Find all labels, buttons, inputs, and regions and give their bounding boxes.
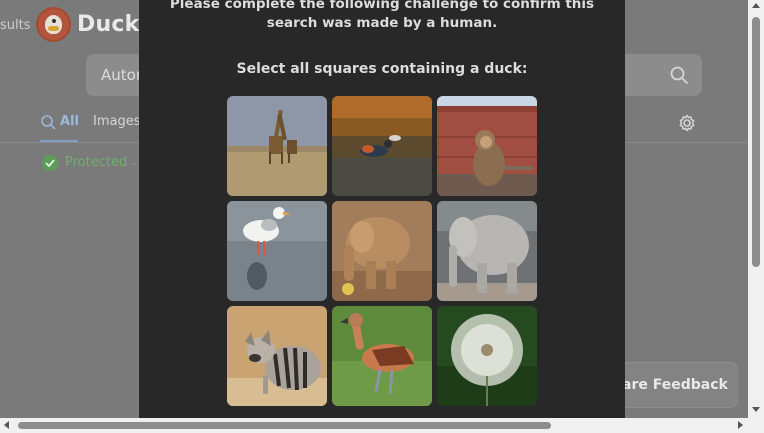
vertical-scroll-thumb[interactable]	[752, 17, 760, 267]
tile-giraffes[interactable]	[227, 96, 327, 196]
tile-dandelion[interactable]	[437, 306, 537, 406]
challenge-instruction: Select all squares containing a duck:	[236, 61, 528, 77]
tile-baby-elephant[interactable]	[332, 201, 432, 301]
search-icon	[41, 115, 56, 130]
horizontal-scrollbar[interactable]	[0, 418, 748, 433]
tab-all-label: All	[60, 114, 79, 129]
challenge-text-line1: Please complete the following challenge …	[169, 0, 595, 12]
seagull-image-icon	[227, 201, 327, 301]
tile-seagull[interactable]	[227, 201, 327, 301]
tab-images[interactable]: Images	[93, 114, 141, 129]
scroll-down-icon[interactable]	[752, 407, 760, 412]
scrollbar-corner	[748, 418, 764, 433]
baby-elephant-image-icon	[332, 201, 432, 301]
search-icon[interactable]	[669, 65, 689, 85]
search-input[interactable]: Autor	[101, 66, 142, 84]
duckduckgo-logo-icon[interactable]	[38, 9, 69, 40]
tile-monkey[interactable]	[437, 96, 537, 196]
tab-all[interactable]: All	[40, 112, 79, 142]
tile-elephant[interactable]	[437, 201, 537, 301]
results-link[interactable]: sults	[0, 18, 31, 33]
duck-in-water-image-icon	[332, 96, 432, 196]
vertical-scrollbar[interactable]	[748, 0, 764, 418]
captcha-modal: Please complete the following challenge …	[139, 0, 625, 418]
monkey-image-icon	[437, 96, 537, 196]
tile-duck-in-water[interactable]	[332, 96, 432, 196]
elephant-image-icon	[437, 201, 537, 301]
share-feedback-label: are Feedback	[622, 377, 728, 393]
tile-whistling-duck[interactable]	[332, 306, 432, 406]
giraffes-image-icon	[227, 96, 327, 196]
scroll-up-icon[interactable]	[752, 3, 760, 8]
horizontal-scroll-thumb[interactable]	[18, 422, 551, 429]
dandelion-image-icon	[437, 306, 537, 406]
scroll-right-icon[interactable]	[738, 421, 743, 429]
scroll-left-icon[interactable]	[4, 421, 9, 429]
chevron-down-icon: ⌄	[130, 157, 139, 168]
challenge-text-line2: search was made by a human.	[266, 15, 498, 31]
whistling-duck-image-icon	[332, 306, 432, 406]
aardwolf-image-icon	[227, 306, 327, 406]
tile-aardwolf[interactable]	[227, 306, 327, 406]
check-icon	[42, 155, 58, 171]
image-grid	[227, 96, 537, 406]
protected-label: Protected	[65, 155, 128, 170]
gear-icon[interactable]	[677, 113, 697, 133]
